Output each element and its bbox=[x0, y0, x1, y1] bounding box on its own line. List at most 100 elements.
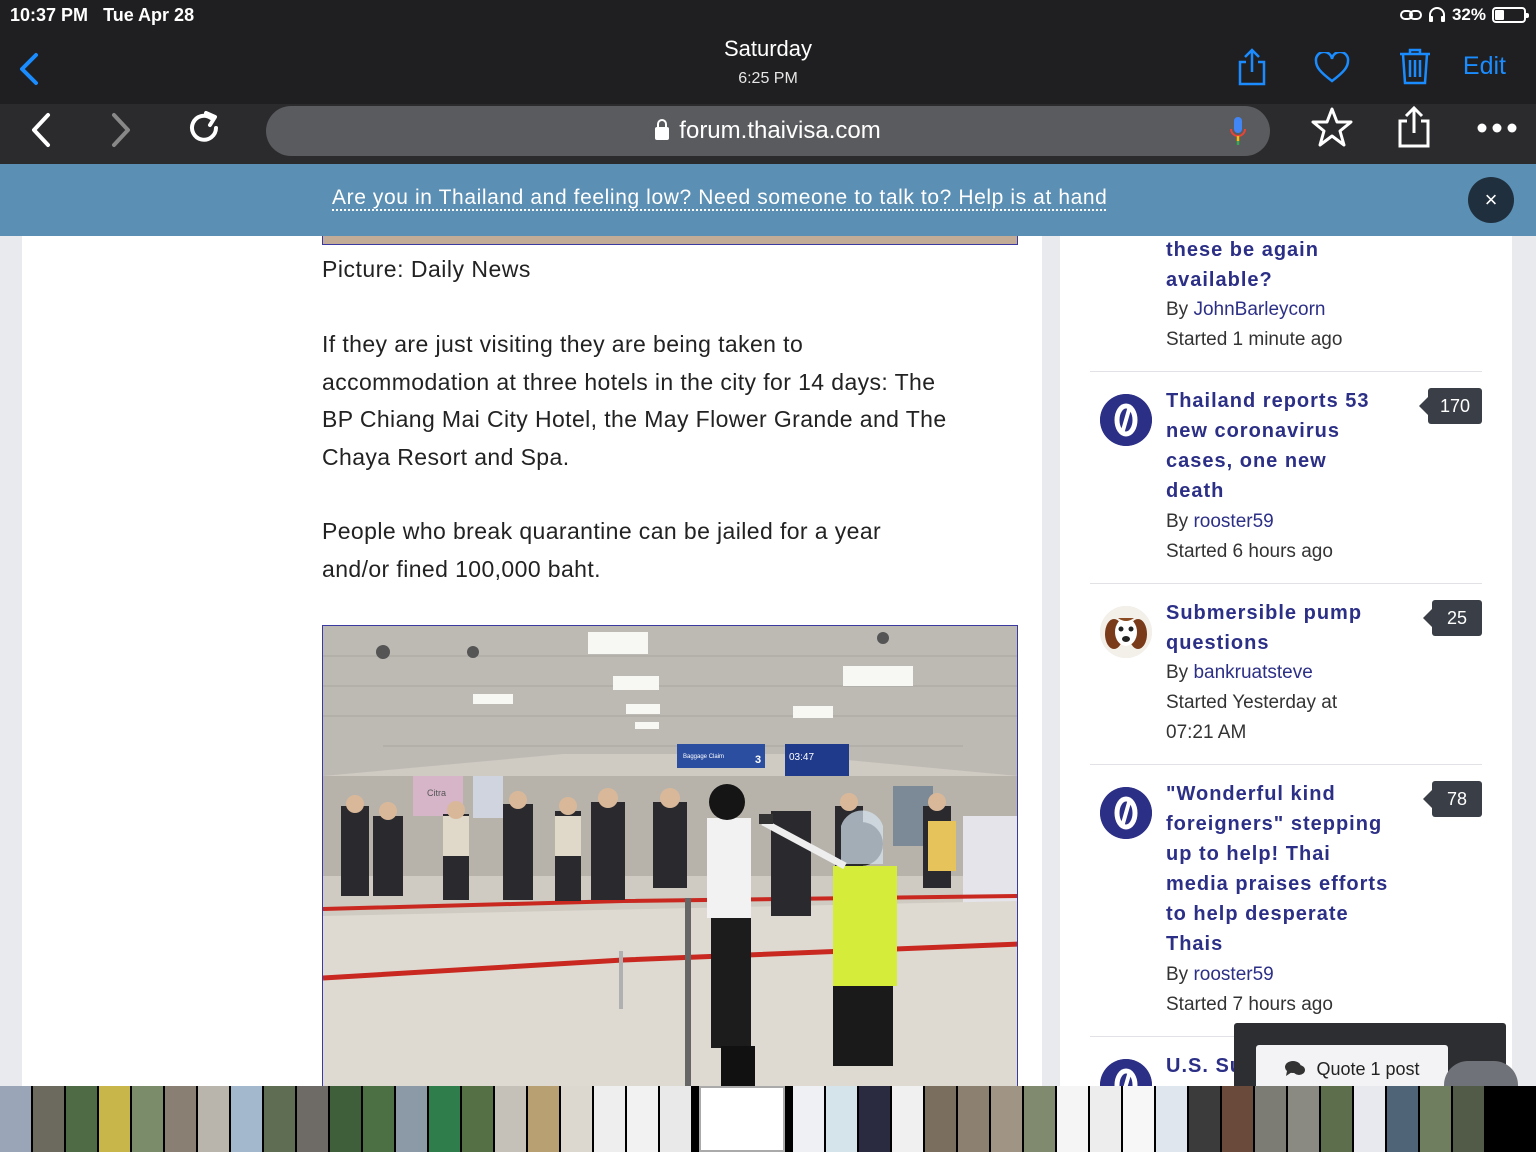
author-link[interactable]: bankruatsteve bbox=[1193, 662, 1312, 683]
thumbnail[interactable] bbox=[1090, 1086, 1121, 1152]
thumbnail[interactable] bbox=[660, 1086, 691, 1152]
topic-title[interactable]: Submersible pump questions bbox=[1166, 598, 1416, 658]
avatar[interactable] bbox=[1100, 787, 1152, 839]
thumbnail[interactable] bbox=[495, 1086, 526, 1152]
topic-title[interactable]: "Wonderful kind foreigners" stepping up … bbox=[1166, 779, 1416, 959]
by-label: By bbox=[1166, 662, 1194, 683]
topic-title[interactable]: these be again available? bbox=[1166, 235, 1416, 295]
thumbnail[interactable] bbox=[0, 1086, 31, 1152]
author-link[interactable]: rooster59 bbox=[1193, 964, 1273, 985]
reply-count-badge: 78 bbox=[1423, 781, 1482, 817]
clock-sign: 03:47 bbox=[789, 752, 814, 763]
topic-author: By bankruatsteve bbox=[1166, 658, 1313, 688]
thumbnail[interactable] bbox=[264, 1086, 295, 1152]
thumbnail[interactable] bbox=[132, 1086, 163, 1152]
thumbnail-selected[interactable] bbox=[699, 1086, 785, 1152]
thumbnail[interactable] bbox=[396, 1086, 427, 1152]
heart-icon[interactable] bbox=[1314, 52, 1350, 84]
by-label: By bbox=[1166, 511, 1194, 532]
by-label: By bbox=[1166, 299, 1194, 320]
thumbnail[interactable] bbox=[363, 1086, 394, 1152]
thumbnail[interactable] bbox=[1420, 1086, 1451, 1152]
ad-sign: Citra bbox=[427, 788, 446, 798]
safari-toolbar: forum.thaivisa.com bbox=[0, 104, 1536, 164]
thumbnail[interactable] bbox=[1222, 1086, 1253, 1152]
thumbnail[interactable] bbox=[1057, 1086, 1088, 1152]
thumbnail[interactable] bbox=[1354, 1086, 1385, 1152]
quote-button[interactable]: Quote 1 post bbox=[1256, 1045, 1448, 1086]
title-line: cases, one new bbox=[1166, 450, 1327, 472]
thumbnail[interactable] bbox=[859, 1086, 890, 1152]
thumbnail[interactable] bbox=[892, 1086, 923, 1152]
browser-back-icon[interactable] bbox=[30, 112, 52, 148]
thumbnail[interactable] bbox=[528, 1086, 559, 1152]
thumbnail[interactable] bbox=[66, 1086, 97, 1152]
paragraph-line: accommodation at three hotels in the cit… bbox=[322, 368, 936, 395]
paragraph-line: If they are just visiting they are being… bbox=[322, 331, 804, 357]
topic-started: Started 6 hours ago bbox=[1166, 541, 1333, 562]
thumbnail[interactable] bbox=[561, 1086, 592, 1152]
author-link[interactable]: rooster59 bbox=[1193, 511, 1273, 532]
thumbnail[interactable] bbox=[826, 1086, 857, 1152]
edit-button[interactable]: Edit bbox=[1463, 52, 1506, 81]
belt-number: 3 bbox=[755, 754, 761, 766]
browser-share-icon[interactable] bbox=[1396, 106, 1432, 148]
avatar[interactable] bbox=[1100, 1059, 1152, 1086]
mic-icon[interactable] bbox=[1228, 115, 1248, 147]
star-icon[interactable] bbox=[1311, 106, 1353, 148]
avatar[interactable] bbox=[1100, 606, 1152, 658]
close-banner-button[interactable]: × bbox=[1468, 177, 1514, 223]
address-bar[interactable]: forum.thaivisa.com bbox=[266, 106, 1270, 156]
share-icon[interactable] bbox=[1236, 48, 1268, 86]
more-icon[interactable] bbox=[1476, 122, 1518, 134]
thumbnail[interactable] bbox=[462, 1086, 493, 1152]
thumbnail[interactable] bbox=[958, 1086, 989, 1152]
reply-count-badge: 25 bbox=[1423, 600, 1482, 636]
photo-thumbnail-strip[interactable] bbox=[0, 1086, 1536, 1152]
chat-icon bbox=[1285, 1061, 1306, 1076]
title-line: "Wonderful kind bbox=[1166, 783, 1336, 805]
date: Tue Apr 28 bbox=[103, 5, 195, 25]
thumbnail[interactable] bbox=[1255, 1086, 1286, 1152]
title-line: Thailand reports 53 bbox=[1166, 390, 1370, 412]
thumbnail[interactable] bbox=[1189, 1086, 1220, 1152]
scroll-to-top-button[interactable] bbox=[1444, 1061, 1518, 1086]
thumbnail[interactable] bbox=[1453, 1086, 1484, 1152]
divider bbox=[1090, 583, 1482, 584]
thumbnail[interactable] bbox=[793, 1086, 824, 1152]
paragraph-line: People who break quarantine can be jaile… bbox=[322, 518, 882, 544]
battery-percent: 32% bbox=[1451, 5, 1486, 24]
thumbnail[interactable] bbox=[198, 1086, 229, 1152]
link-icon bbox=[1399, 10, 1422, 20]
thumbnail[interactable] bbox=[165, 1086, 196, 1152]
browser-forward-icon[interactable] bbox=[110, 112, 132, 148]
thumbnail[interactable] bbox=[627, 1086, 658, 1152]
paragraph-line: Chaya Resort and Spa. bbox=[322, 443, 570, 470]
photo-title: Saturday bbox=[723, 36, 813, 61]
thumbnail[interactable] bbox=[1156, 1086, 1187, 1152]
thumbnail[interactable] bbox=[297, 1086, 328, 1152]
thumbnail[interactable] bbox=[1321, 1086, 1352, 1152]
thumbnail[interactable] bbox=[99, 1086, 130, 1152]
help-banner-link[interactable]: Are you in Thailand and feeling low? Nee… bbox=[332, 186, 1107, 210]
reload-icon[interactable] bbox=[186, 110, 222, 146]
thumbnail[interactable] bbox=[991, 1086, 1022, 1152]
started-line: Started Yesterday at bbox=[1166, 692, 1338, 713]
thumbnail[interactable] bbox=[1123, 1086, 1154, 1152]
thaivisa-logo-icon bbox=[1100, 394, 1152, 446]
thumbnail[interactable] bbox=[1024, 1086, 1055, 1152]
author-link[interactable]: JohnBarleycorn bbox=[1193, 299, 1325, 320]
thumbnail[interactable] bbox=[429, 1086, 460, 1152]
thumbnail[interactable] bbox=[330, 1086, 361, 1152]
thumbnail[interactable] bbox=[594, 1086, 625, 1152]
avatar[interactable] bbox=[1100, 394, 1152, 446]
trash-icon[interactable] bbox=[1398, 47, 1432, 85]
started-line: 07:21 AM bbox=[1166, 722, 1247, 743]
thumbnail[interactable] bbox=[1288, 1086, 1319, 1152]
thumbnail[interactable] bbox=[231, 1086, 262, 1152]
thumbnail[interactable] bbox=[33, 1086, 64, 1152]
topic-title[interactable]: Thailand reports 53 new coronavirus case… bbox=[1166, 386, 1416, 506]
web-page: Picture: Daily News If they are just vis… bbox=[0, 164, 1536, 1086]
thumbnail[interactable] bbox=[925, 1086, 956, 1152]
thumbnail[interactable] bbox=[1387, 1086, 1418, 1152]
